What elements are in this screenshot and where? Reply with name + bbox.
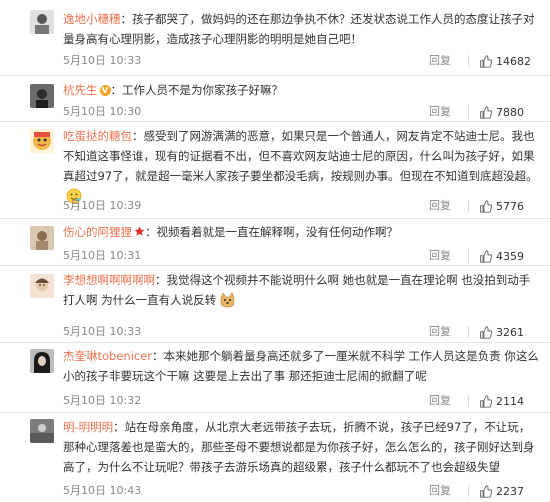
divider (468, 200, 469, 212)
avatar[interactable] (30, 226, 54, 250)
username[interactable]: 杰奎琳tobenicer (63, 349, 152, 363)
separator (0, 75, 550, 76)
like-button[interactable]: 4359 (479, 247, 524, 265)
divider (468, 485, 469, 497)
like-button[interactable]: 2114 (479, 392, 524, 410)
separator (0, 412, 550, 413)
reply-button[interactable]: 回复 (429, 247, 451, 265)
comment-body: 伤心的阿狸狸 ：视频看着就是一直在解释啊，没有任何动作啊？ (63, 222, 541, 243)
like-count: 14682 (496, 54, 531, 68)
comment-text: 视频看着就是一直在解释啊，没有任何动作啊？ (156, 225, 399, 239)
divider (468, 250, 469, 262)
divider (468, 395, 469, 407)
comment-body: 杭先生 V ：工作人员不是为你家孩子好嘛？ (63, 83, 283, 97)
reply-button[interactable]: 回复 (429, 52, 451, 70)
separator (0, 265, 550, 266)
timestamp: 5月10日 10:33 (63, 325, 142, 338)
thumbs-up-icon (480, 199, 492, 213)
like-button[interactable]: 2237 (479, 482, 524, 500)
like-count: 3261 (496, 325, 524, 339)
comment-body: 李想想啊啊啊啊啊：我觉得这个视频并不能说明什么啊 她也就是一直在理论啊 也没拍到… (63, 270, 541, 314)
reply-button[interactable]: 回复 (429, 482, 451, 500)
thumbs-up-icon (480, 249, 492, 263)
like-count: 5776 (496, 199, 524, 213)
divider (468, 326, 469, 338)
comment-body: 杰奎琳tobenicer：本来她那个躺着量身高还就多了一厘米就不科学 工作人员这… (63, 349, 539, 383)
comment-meta: 5月10日 10:43 回复 2237 (63, 482, 541, 500)
comment-meta: 5月10日 10:39 回复 5776 (63, 197, 541, 215)
username[interactable]: 吃蛋挞的糖包 (63, 129, 132, 143)
timestamp: 5月10日 10:31 (63, 249, 142, 262)
comment-text: 孩子都哭了，做妈妈的还在那边争执不休？还发状态说工作人员的态度让孩子对量身高有心… (63, 12, 535, 46)
comment-body: 逸地小穗穗：孩子都哭了，做妈妈的还在那边争执不休？还发状态说工作人员的态度让孩子… (63, 12, 535, 46)
avatar[interactable] (30, 274, 54, 298)
avatar[interactable] (30, 84, 54, 108)
thumbs-up-icon (480, 394, 492, 408)
comment-meta: 5月10日 10:32 回复 2114 (63, 392, 541, 410)
avatar[interactable] (30, 349, 54, 373)
comment-body: 明-明明明：站在母亲角度，从北京大老远带孩子去玩，折腾不说，孩子已经97了，不让… (63, 420, 535, 474)
separator (0, 121, 550, 122)
timestamp: 5月10日 10:32 (63, 394, 142, 407)
comment-meta: 5月10日 10:31 回复 4359 (63, 247, 541, 265)
like-button[interactable]: 5776 (479, 197, 524, 215)
avatar[interactable] (30, 10, 54, 34)
like-count: 2237 (496, 484, 524, 498)
thumbs-up-icon (480, 54, 492, 68)
like-button[interactable]: 14682 (479, 52, 531, 70)
username[interactable]: 逸地小穗穗 (63, 12, 121, 26)
comment-meta: 5月10日 10:30 回复 7880 (63, 103, 541, 121)
divider (468, 106, 469, 118)
reply-button[interactable]: 回复 (429, 197, 451, 215)
separator (0, 342, 550, 343)
timestamp: 5月10日 10:30 (63, 105, 142, 118)
thumbs-up-icon (480, 105, 492, 119)
thumbs-up-icon (480, 484, 492, 498)
timestamp: 5月10日 10:43 (63, 484, 142, 497)
avatar[interactable] (30, 129, 54, 153)
comment-meta: 5月10日 10:33 回复 14682 (63, 52, 541, 70)
star-badge-icon (134, 223, 145, 243)
divider (468, 55, 469, 67)
separator (0, 218, 550, 219)
like-button[interactable]: 3261 (479, 323, 524, 341)
username[interactable]: 明-明明明 (63, 420, 113, 434)
like-count: 4359 (496, 249, 524, 263)
like-button[interactable]: 7880 (479, 103, 524, 121)
timestamp: 5月10日 10:33 (63, 54, 142, 67)
comment-text: 工作人员不是为你家孩子好嘛？ (122, 83, 283, 97)
reply-button[interactable]: 回复 (429, 392, 451, 410)
thumbs-up-icon (480, 325, 492, 339)
comment-text: 站在母亲角度，从北京大老远带孩子去玩，折腾不说，孩子已经97了，不让玩，那种心理… (63, 420, 535, 474)
comment-meta: 5月10日 10:33 回复 3261 (63, 323, 541, 341)
username[interactable]: 伤心的阿狸狸 (63, 225, 132, 239)
like-count: 7880 (496, 105, 524, 119)
username[interactable]: 李想想啊啊啊啊啊 (63, 273, 155, 287)
timestamp: 5月10日 10:39 (63, 199, 142, 212)
like-count: 2114 (496, 394, 524, 408)
verified-v-badge-icon: V (99, 85, 111, 96)
username[interactable]: 杭先生 (63, 83, 98, 97)
doge-emoji-icon (219, 292, 236, 314)
reply-button[interactable]: 回复 (429, 323, 451, 341)
avatar[interactable] (30, 419, 54, 443)
reply-button[interactable]: 回复 (429, 103, 451, 121)
comment-list: 逸地小穗穗：孩子都哭了，做妈妈的还在那边争执不休？还发状态说工作人员的态度让孩子… (0, 0, 550, 502)
